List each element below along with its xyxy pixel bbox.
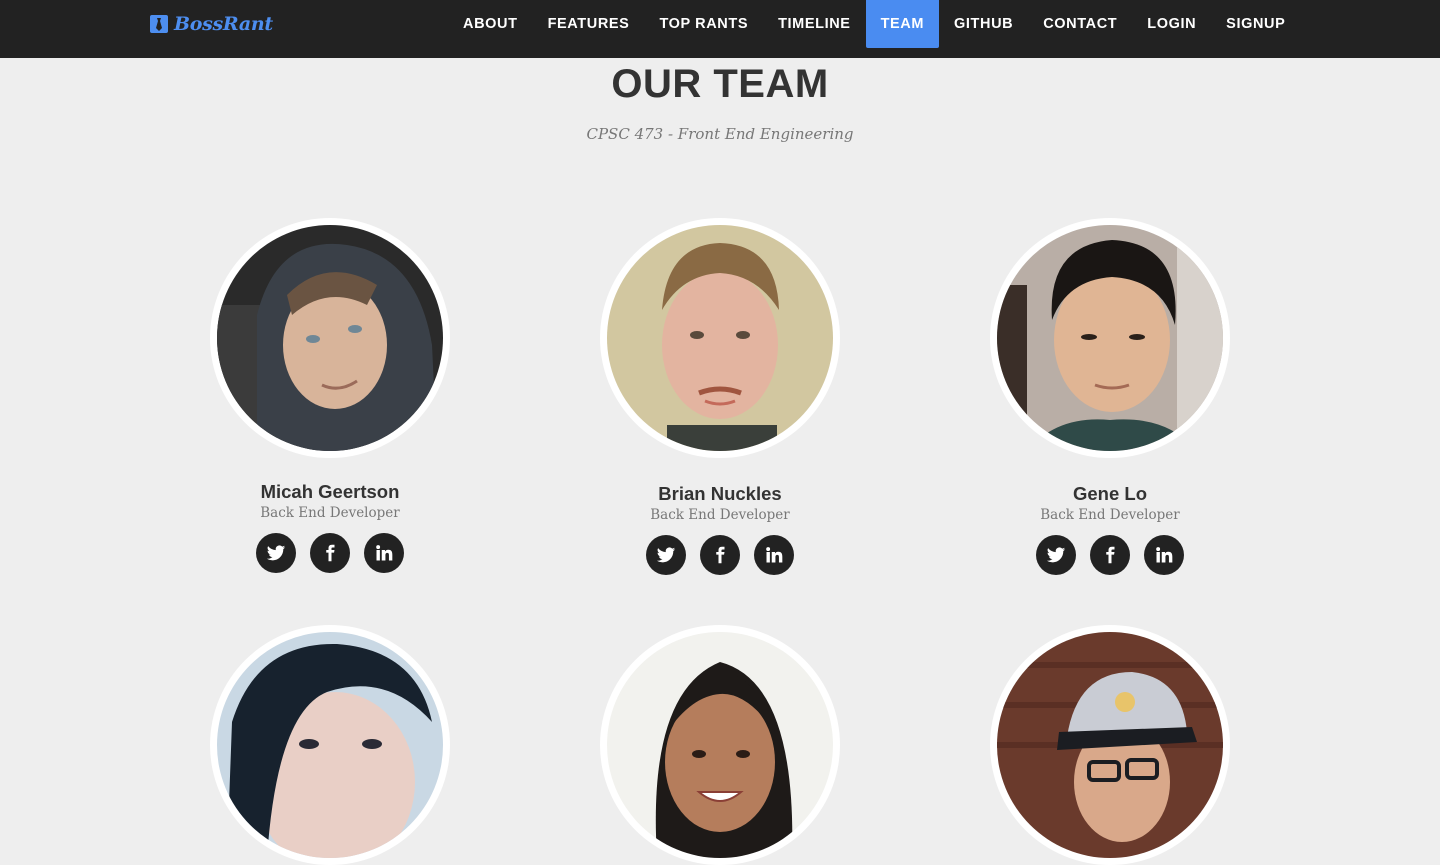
nav-item-signup[interactable]: SIGNUP [1211,0,1300,48]
linkedin-icon [1156,547,1173,563]
brand-name: BossRant [174,13,273,35]
nav-item-features[interactable]: FEATURES [533,0,645,48]
facebook-link[interactable] [700,535,740,575]
member-name: Gene Lo [1072,483,1147,504]
member-photo [997,225,1223,451]
member-name: Micah Geertson [260,481,400,502]
section-subtitle: CPSC 473 - Front End Engineering [586,125,854,143]
member-photo [607,632,833,858]
member-social-links [990,535,1230,575]
linkedin-link[interactable] [364,533,404,573]
member-photo-frame [600,218,840,458]
twitter-link[interactable] [1036,535,1076,575]
team-member-card [990,625,1230,865]
member-social-links [600,535,840,575]
linkedin-icon [766,547,783,563]
member-photo-frame [210,218,450,458]
member-role: Back End Developer [260,505,400,521]
member-role: Back End Developer [650,507,790,523]
member-social-links [210,533,450,573]
facebook-link[interactable] [310,533,350,573]
section-title: OUR TEAM [611,62,829,106]
team-member-card: Brian Nuckles Back End Developer [600,218,840,575]
member-photo-frame [210,625,450,865]
brand-logo-link[interactable]: BossRant [150,13,273,35]
twitter-icon [1046,547,1066,563]
nav-item-github[interactable]: GITHUB [939,0,1028,48]
nav-item-team[interactable]: TEAM [865,0,940,48]
twitter-icon [656,547,676,563]
team-member-card [210,625,450,865]
twitter-link[interactable] [646,535,686,575]
facebook-icon [326,544,335,562]
member-photo-frame [990,625,1230,865]
member-photo [997,632,1223,858]
team-member-card: Gene Lo Back End Developer [990,218,1230,575]
team-member-card: Micah Geertson Back End Developer [210,218,450,573]
linkedin-icon [376,545,393,561]
facebook-link[interactable] [1090,535,1130,575]
linkedin-link[interactable] [754,535,794,575]
linkedin-link[interactable] [1144,535,1184,575]
member-photo [217,632,443,858]
member-photo [607,225,833,451]
member-photo-frame [990,218,1230,458]
twitter-link[interactable] [256,533,296,573]
member-role: Back End Developer [1040,507,1180,523]
twitter-icon [266,545,286,561]
top-navbar: BossRant ABOUT FEATURES TOP RANTS TIMELI… [0,0,1440,58]
tie-logo-icon [150,15,168,33]
nav-item-contact[interactable]: CONTACT [1028,0,1132,48]
facebook-icon [716,546,725,564]
member-name: Brian Nuckles [658,483,782,504]
facebook-icon [1106,546,1115,564]
nav-item-top-rants[interactable]: TOP RANTS [644,0,763,48]
nav-item-about[interactable]: ABOUT [448,0,533,48]
member-photo [217,225,443,451]
member-photo-frame [600,625,840,865]
nav-menu: ABOUT FEATURES TOP RANTS TIMELINE TEAM G… [448,0,1300,48]
nav-item-login[interactable]: LOGIN [1132,0,1211,48]
nav-item-timeline[interactable]: TIMELINE [763,0,865,48]
team-member-card [600,625,840,865]
